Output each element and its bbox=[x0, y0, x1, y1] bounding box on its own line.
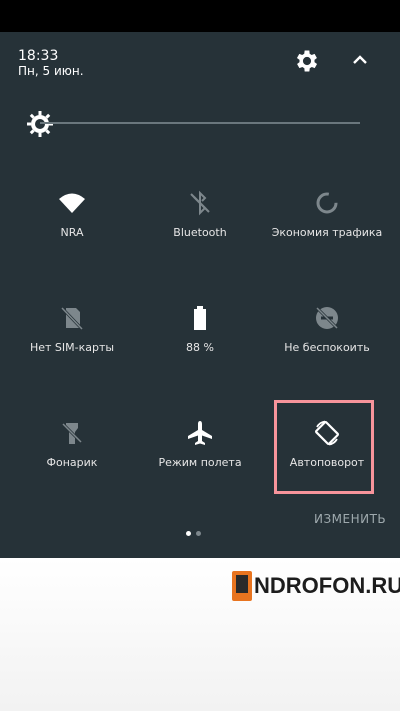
tile-battery[interactable]: 88 % bbox=[135, 289, 265, 389]
tile-label: Не беспокоить bbox=[284, 341, 370, 354]
flashlight-icon bbox=[61, 422, 83, 444]
battery-icon bbox=[194, 306, 206, 330]
quick-settings-panel: 18:33 Пн, 5 июн. NRA Bluetooth Экономия … bbox=[0, 32, 400, 558]
watermark-text: NDROFON.RU bbox=[254, 573, 400, 598]
tile-label: NRA bbox=[60, 226, 84, 239]
tile-airplane[interactable]: Режим полета bbox=[135, 404, 265, 504]
watermark: NDROFON.RU bbox=[232, 568, 400, 604]
tile-dnd[interactable]: Не беспокоить bbox=[262, 289, 392, 389]
edit-button[interactable]: ИЗМЕНИТЬ bbox=[314, 512, 386, 526]
clock: 18:33 bbox=[18, 48, 59, 64]
tile-wifi[interactable]: NRA bbox=[7, 174, 137, 274]
tile-label: Режим полета bbox=[158, 456, 242, 469]
wifi-icon bbox=[59, 193, 85, 213]
no-sim-icon bbox=[60, 306, 84, 331]
brightness-slider[interactable] bbox=[40, 122, 360, 124]
page-dot-active bbox=[186, 531, 191, 536]
page-dot bbox=[196, 531, 201, 536]
gear-icon[interactable] bbox=[293, 47, 321, 75]
page-indicator bbox=[186, 521, 206, 540]
status-bar bbox=[0, 0, 400, 32]
tile-label: Экономия трафика bbox=[271, 226, 383, 239]
chevron-up-icon[interactable] bbox=[350, 50, 370, 70]
tile-label: Нет SIM-карты bbox=[29, 341, 115, 354]
brightness-icon[interactable] bbox=[26, 110, 54, 138]
phone-logo-icon bbox=[232, 571, 252, 601]
data-saver-icon bbox=[316, 192, 338, 214]
tile-label: 88 % bbox=[186, 341, 214, 354]
highlight-frame bbox=[274, 400, 374, 494]
tile-data-saver[interactable]: Экономия трафика bbox=[262, 174, 392, 274]
bluetooth-off-icon bbox=[190, 190, 210, 216]
tile-bluetooth[interactable]: Bluetooth bbox=[135, 174, 265, 274]
tile-flashlight[interactable]: Фонарик bbox=[7, 404, 137, 504]
airplane-icon bbox=[188, 421, 212, 445]
date: Пн, 5 июн. bbox=[18, 64, 84, 78]
tile-label: Фонарик bbox=[46, 456, 98, 469]
notification-area: NDROFON.RU bbox=[0, 558, 400, 711]
tile-label: Bluetooth bbox=[173, 226, 227, 239]
tile-sim[interactable]: Нет SIM-карты bbox=[7, 289, 137, 389]
dnd-off-icon bbox=[315, 306, 339, 330]
